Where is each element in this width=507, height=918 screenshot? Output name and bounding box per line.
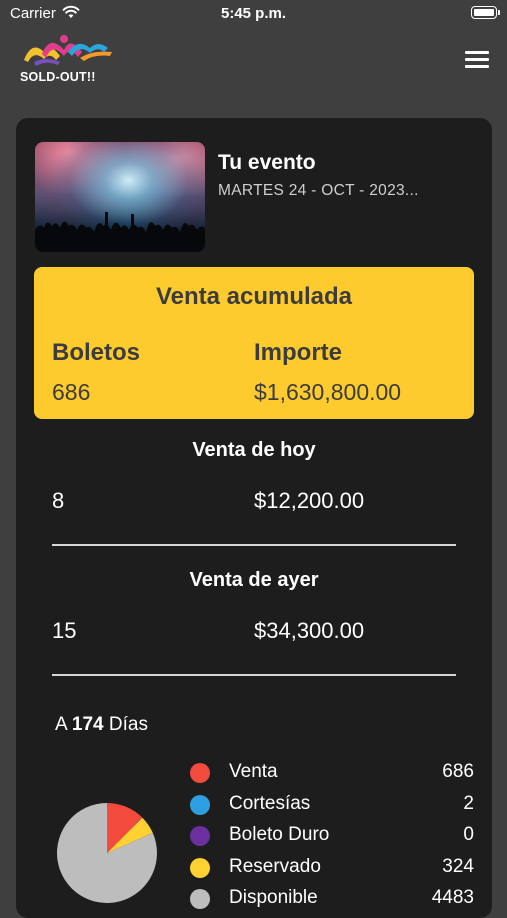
legend-value: 324 bbox=[442, 855, 474, 877]
hamburger-menu-icon[interactable] bbox=[465, 51, 489, 69]
yesterday-amount-value: $34,300.00 bbox=[254, 618, 365, 643]
legend-color-dot bbox=[190, 889, 210, 909]
brand-name: SOLD-OUT!! bbox=[20, 70, 96, 84]
yesterday-tickets-value: 15 bbox=[52, 618, 77, 643]
legend-item: Reservado 324 bbox=[190, 853, 474, 883]
accumulated-sales-title: Venta acumulada bbox=[155, 283, 353, 310]
brand-logo: SOLD-OUT!! bbox=[20, 32, 116, 88]
days-suffix: Días bbox=[108, 714, 148, 735]
legend-value: 686 bbox=[442, 761, 474, 782]
legend-label: Disponible bbox=[229, 887, 318, 908]
legend-item: Cortesías 2 bbox=[190, 790, 474, 820]
legend-label: Reservado bbox=[229, 855, 321, 877]
event-title: Tu evento bbox=[218, 151, 316, 174]
logo-figures-icon bbox=[24, 35, 112, 66]
clock: 5:45 p.m. bbox=[220, 5, 287, 22]
today-sales-title: Venta de hoy bbox=[192, 439, 316, 461]
legend-value: 2 bbox=[463, 792, 474, 814]
days-prefix: A bbox=[55, 714, 67, 735]
days-count: 174 bbox=[71, 714, 104, 735]
amount-label: Importe bbox=[254, 339, 343, 366]
divider bbox=[52, 544, 456, 546]
amount-value: $1,630,800.00 bbox=[254, 379, 402, 405]
legend-label: Boleto Duro bbox=[229, 824, 330, 845]
today-tickets-value: 8 bbox=[52, 488, 65, 513]
legend-color-dot bbox=[190, 763, 210, 783]
legend-value: 0 bbox=[463, 824, 474, 845]
tickets-value: 686 bbox=[52, 379, 91, 405]
legend-label: Venta bbox=[229, 761, 278, 782]
yesterday-sales-title: Venta de ayer bbox=[189, 569, 319, 591]
legend-color-dot bbox=[190, 826, 210, 846]
event-date: MARTES 24 - OCT - 2023... bbox=[218, 182, 419, 199]
days-countdown: A 174 Días bbox=[55, 714, 148, 736]
legend-item: Boleto Duro 0 bbox=[190, 821, 474, 851]
legend-label: Cortesías bbox=[229, 792, 311, 814]
event-image bbox=[35, 142, 205, 252]
legend-item: Disponible 4483 bbox=[190, 884, 474, 914]
accumulated-sales-panel: Venta acumulada Boletos Importe 686 $1,6… bbox=[34, 267, 474, 419]
divider bbox=[52, 674, 456, 676]
legend-value: 4483 bbox=[431, 887, 474, 908]
legend-color-dot bbox=[190, 857, 210, 878]
event-summary-card: Tu evento MARTES 24 - OCT - 2023... Vent… bbox=[16, 118, 492, 918]
battery-icon bbox=[471, 6, 500, 19]
status-bar: Carrier 5:45 p.m. bbox=[0, 0, 507, 28]
today-amount-value: $12,200.00 bbox=[254, 488, 365, 513]
crowd-silhouette bbox=[35, 212, 205, 252]
tickets-label: Boletos bbox=[52, 339, 141, 366]
legend-color-dot bbox=[190, 794, 210, 815]
legend-item: Venta 686 bbox=[190, 758, 474, 788]
ticket-distribution-pie-chart bbox=[57, 803, 157, 903]
